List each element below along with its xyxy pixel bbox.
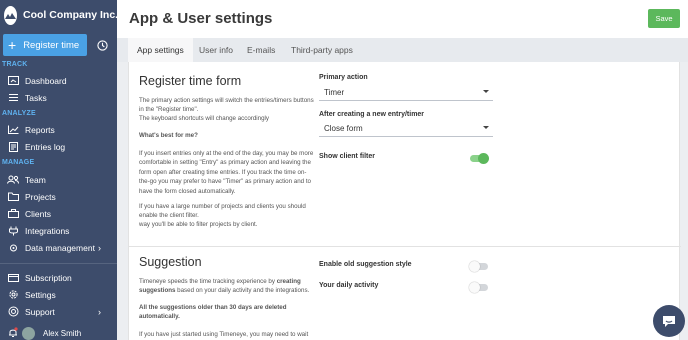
- company-brand[interactable]: Cool Company Inc.: [0, 0, 119, 30]
- client-filter-label: Show client filter: [319, 153, 376, 160]
- page-header: App & User settings Save: [117, 0, 688, 38]
- after-create-label: After creating a new entry/timer: [319, 111, 425, 118]
- keyboard-shortcuts-note: The keyboard shortcuts will change accor…: [139, 115, 270, 122]
- sidebar-item-label: Data management: [25, 242, 95, 253]
- card-icon: [7, 272, 19, 284]
- caret-down-icon: [483, 126, 489, 129]
- register-description: The primary action settings will switch …: [139, 97, 314, 114]
- sidebar-item-clients[interactable]: Clients: [0, 205, 117, 222]
- help-icon: [7, 306, 19, 318]
- after-create-select[interactable]: Close form: [319, 121, 493, 137]
- database-icon: [7, 242, 19, 254]
- tasks-icon: [7, 92, 19, 104]
- sidebar-item-team[interactable]: Team: [0, 171, 117, 188]
- old-suggestion-style-toggle[interactable]: [469, 261, 488, 272]
- client-filter-advice-cont: way you'll be able to filter projects by…: [139, 221, 258, 228]
- primary-action-label: Primary action: [319, 74, 368, 81]
- section-divider: [129, 246, 681, 247]
- sidebar-item-tasks[interactable]: Tasks: [0, 89, 117, 106]
- sidebar-item-reports[interactable]: Reports: [0, 121, 117, 138]
- sidebar-item-label: Settings: [25, 289, 56, 300]
- briefcase-icon: [7, 208, 19, 220]
- settings-tabs: App settings User info E-mails Third-par…: [117, 38, 688, 62]
- register-section-title: Register time form: [139, 74, 242, 88]
- sidebar: Cool Company Inc. + Register time TRACK …: [0, 0, 119, 340]
- log-icon: [7, 141, 19, 153]
- usage-advice: If you insert entries only at the end of…: [139, 150, 314, 195]
- after-create-value: Close form: [324, 124, 363, 133]
- sidebar-item-projects[interactable]: Projects: [0, 188, 117, 205]
- sidebar-item-label: Support: [25, 306, 55, 317]
- section-track: TRACK: [2, 61, 28, 68]
- tab-third-party-apps[interactable]: Third-party apps: [282, 38, 362, 62]
- plus-icon: +: [8, 37, 17, 53]
- chevron-right-icon: ›: [98, 242, 101, 253]
- sidebar-divider: [0, 263, 117, 264]
- primary-action-select[interactable]: Timer: [319, 85, 493, 101]
- chat-bubble-icon: [663, 316, 675, 327]
- sidebar-item-label: Team: [25, 174, 46, 185]
- sidebar-item-settings[interactable]: Settings: [0, 286, 117, 303]
- sidebar-item-support[interactable]: Support ›: [0, 303, 117, 320]
- register-time-button[interactable]: + Register time: [3, 34, 87, 56]
- toggle-knob: [469, 282, 480, 293]
- suggestion-retention-note: All the suggestions older than 30 days a…: [139, 304, 287, 321]
- sidebar-item-entries-log[interactable]: Entries log: [0, 138, 117, 155]
- save-button[interactable]: Save: [648, 9, 680, 28]
- sidebar-item-label: Projects: [25, 191, 56, 202]
- register-time-label: Register time: [23, 39, 80, 51]
- team-icon: [7, 174, 19, 186]
- sidebar-item-label: Reports: [25, 124, 55, 135]
- sidebar-item-data-management[interactable]: Data management ›: [0, 239, 117, 256]
- sidebar-item-label: Tasks: [25, 92, 47, 103]
- sidebar-item-label: Subscription: [25, 272, 72, 283]
- tab-user-info[interactable]: User info: [190, 38, 242, 62]
- user-name: Alex Smith: [43, 328, 82, 338]
- user-menu[interactable]: Alex Smith: [0, 326, 117, 340]
- sidebar-item-label: Entries log: [25, 141, 66, 152]
- sidebar-item-dashboard[interactable]: Dashboard: [0, 72, 117, 89]
- notification-bell-icon[interactable]: [8, 326, 18, 340]
- tab-app-settings[interactable]: App settings: [128, 38, 193, 62]
- folder-icon: [7, 191, 19, 203]
- suggestion-new-user-note: If you have just started using Timeneye,…: [139, 331, 309, 338]
- sidebar-item-integrations[interactable]: Integrations: [0, 222, 117, 239]
- clock-icon[interactable]: [90, 34, 114, 56]
- chat-button[interactable]: [653, 305, 685, 337]
- client-filter-toggle[interactable]: [470, 153, 489, 164]
- daily-activity-label: Your daily activity: [319, 282, 379, 289]
- daily-activity-toggle[interactable]: [469, 282, 488, 293]
- dashboard-icon: [7, 75, 19, 87]
- settings-panel: Register time form The primary action se…: [128, 62, 681, 340]
- page-title: App & User settings: [129, 10, 273, 27]
- primary-action-value: Timer: [324, 88, 345, 97]
- section-manage: MANAGE: [2, 159, 35, 166]
- plug-icon: [7, 225, 19, 237]
- suggestion-section-title: Suggestion: [139, 255, 202, 269]
- sidebar-item-label: Dashboard: [25, 75, 67, 86]
- sidebar-item-label: Clients: [25, 208, 51, 219]
- sidebar-item-label: Integrations: [25, 225, 70, 236]
- client-filter-advice: If you have a large number of projects a…: [139, 203, 306, 220]
- toggle-knob: [469, 261, 480, 272]
- company-name: Cool Company Inc.: [23, 9, 119, 21]
- caret-down-icon: [483, 90, 489, 93]
- tab-emails[interactable]: E-mails: [238, 38, 284, 62]
- suggestion-description: Timeneye speeds the time tracking experi…: [139, 278, 310, 295]
- gear-icon: [7, 289, 19, 301]
- old-suggestion-style-label: Enable old suggestion style: [319, 261, 412, 268]
- chevron-right-icon: ›: [98, 306, 101, 317]
- toggle-knob: [478, 153, 489, 164]
- company-logo-icon: [4, 5, 17, 25]
- best-for-me-heading: What's best for me?: [139, 132, 198, 139]
- avatar: [22, 326, 35, 340]
- section-analyze: ANALYZE: [2, 110, 36, 117]
- sidebar-item-subscription[interactable]: Subscription: [0, 269, 117, 286]
- chart-icon: [7, 124, 19, 136]
